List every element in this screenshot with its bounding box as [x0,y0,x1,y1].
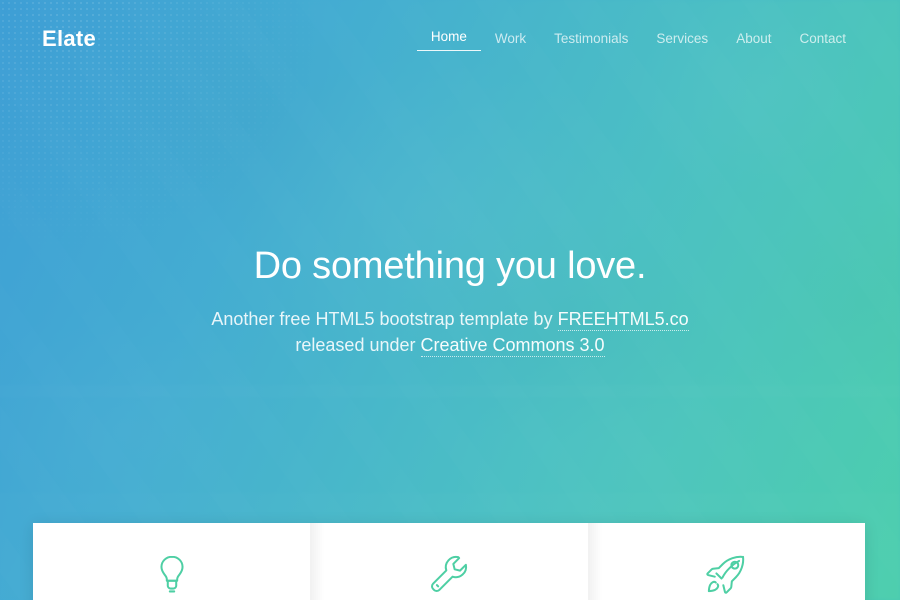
hero-subtitle-text-2: released under [295,335,421,356]
nav-item-testimonials[interactable]: Testimonials [540,29,642,49]
hero-text-block: Do something you love. Another free HTML… [0,244,900,359]
service-card-2[interactable] [310,523,588,600]
nav-item-contact[interactable]: Contact [785,29,860,49]
freehtml5-link[interactable]: FREEHTML5.co [557,309,689,332]
hero-subtitle-text-1: Another free HTML5 bootstrap template by [211,309,558,330]
main-navigation: Elate Home Work Testimonials Services Ab… [0,0,900,78]
nav-menu: Home Work Testimonials Services About Co… [416,27,860,51]
site-logo[interactable]: Elate [42,28,96,50]
service-card-3[interactable] [587,523,865,600]
creative-commons-link[interactable]: Creative Commons 3.0 [420,335,605,358]
nav-item-home[interactable]: Home [416,27,481,51]
nav-item-about[interactable]: About [722,29,785,49]
wrench-icon [426,551,472,597]
rocket-icon [703,551,749,597]
hero-section: Elate Home Work Testimonials Services Ab… [0,0,900,600]
nav-item-work[interactable]: Work [481,29,540,49]
lightbulb-icon [149,551,195,597]
services-card-row [33,523,865,600]
service-card-1[interactable] [33,523,311,600]
hero-title: Do something you love. [253,245,647,287]
hero-subtitle: Another free HTML5 bootstrap template by… [60,306,840,359]
nav-item-services[interactable]: Services [642,29,722,49]
